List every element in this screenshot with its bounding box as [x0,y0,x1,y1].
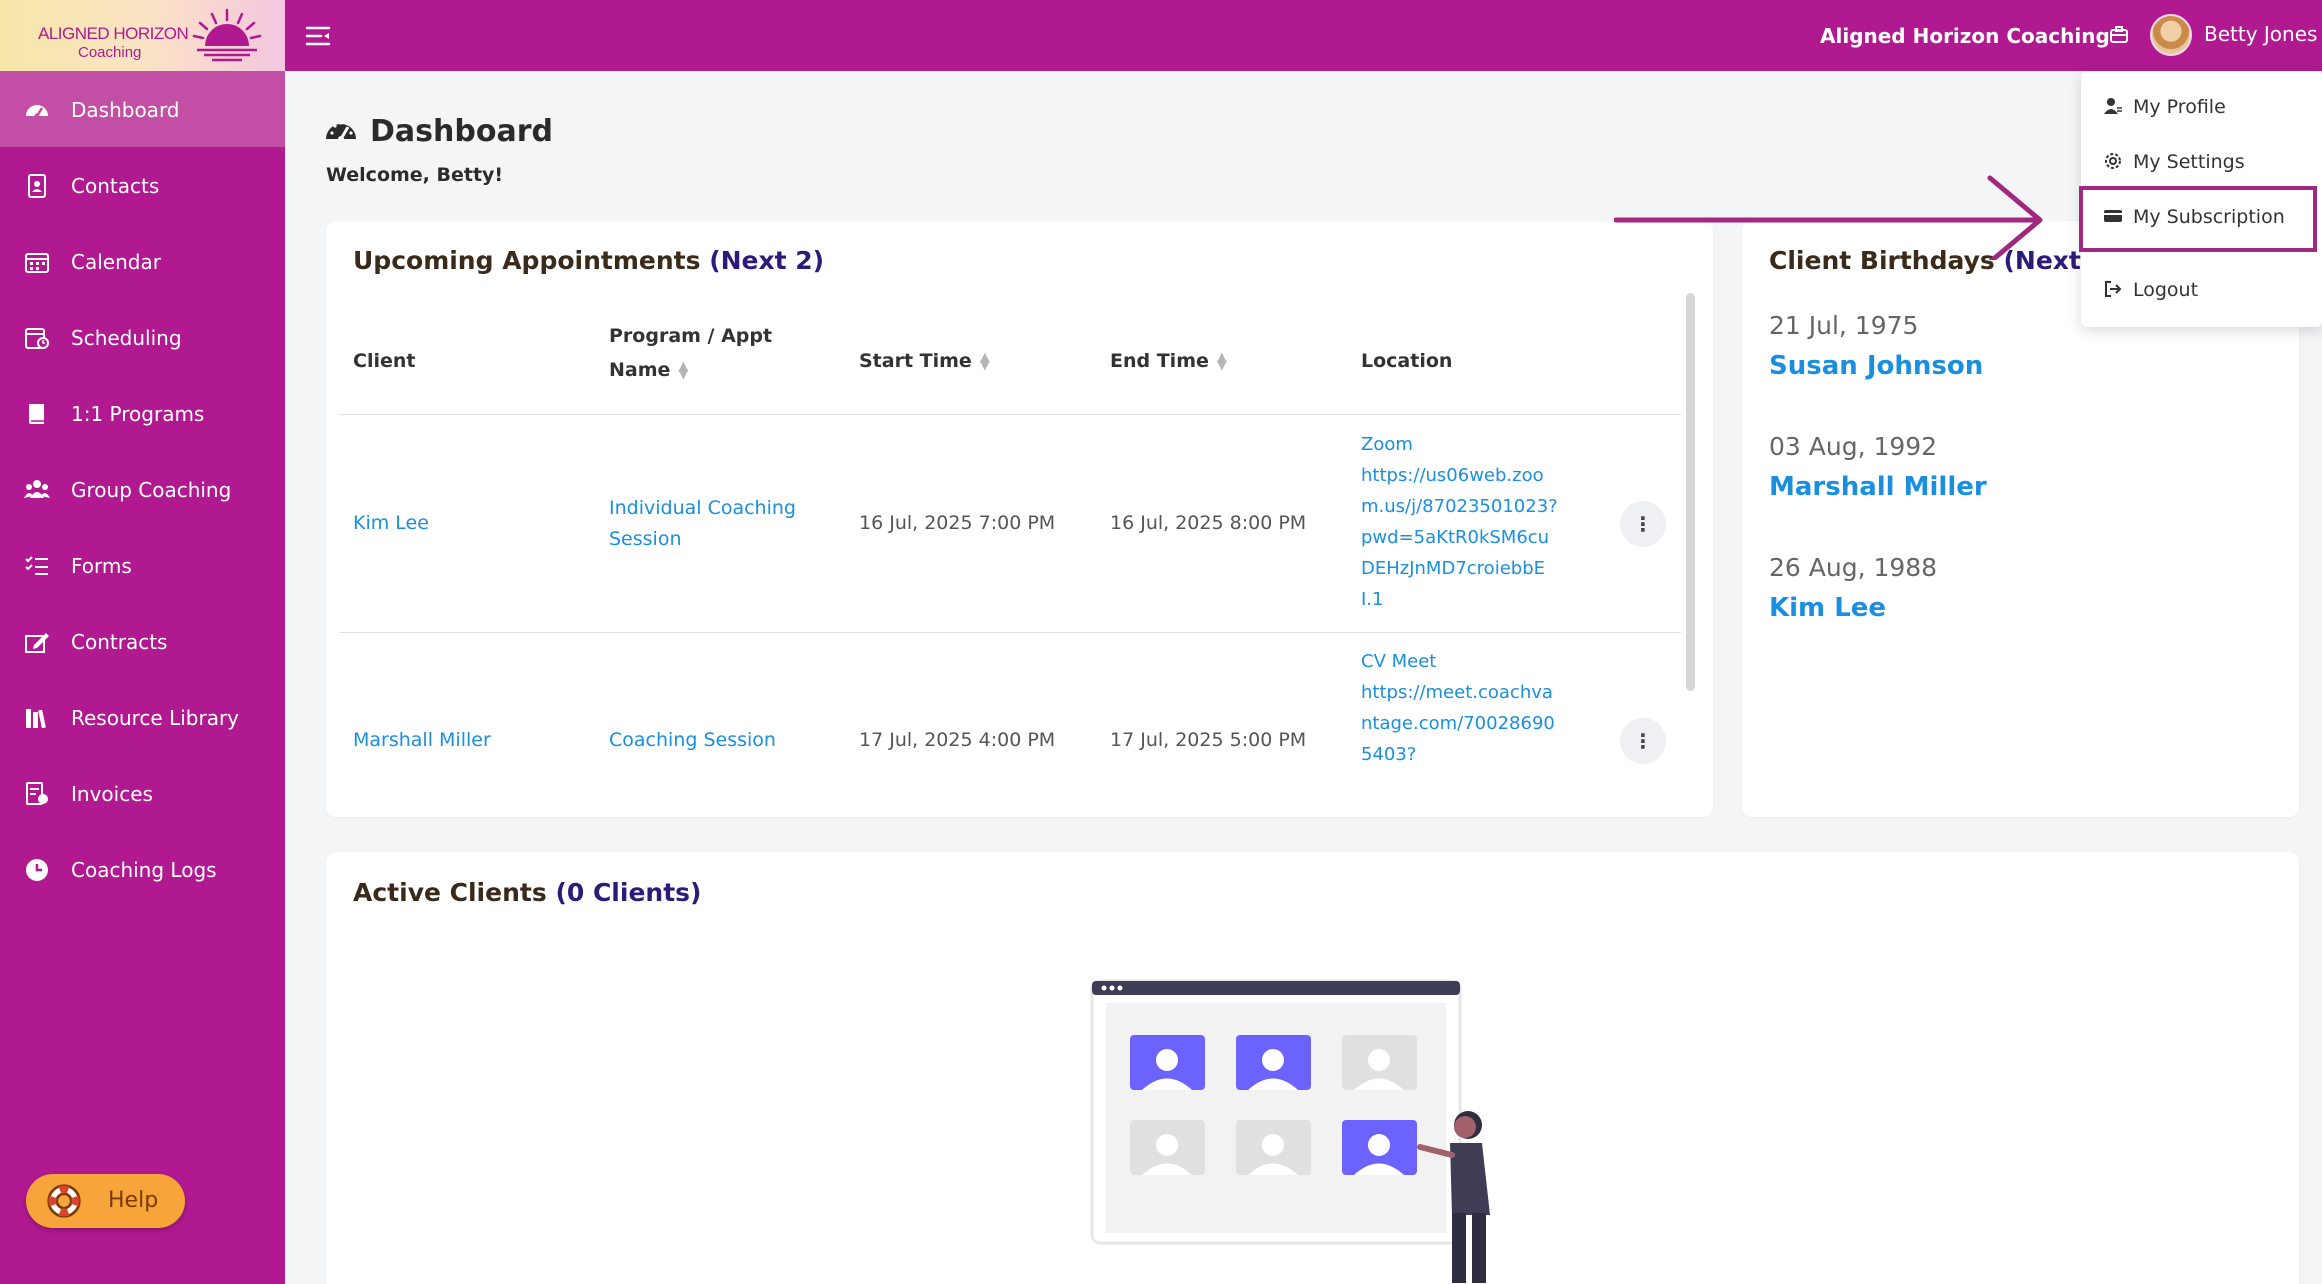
column-header-location: Location [1361,350,1453,372]
appointment-location-link[interactable]: Zoom https://us06web.zoo m.us/j/87023501… [1361,429,1591,615]
appointment-location-link[interactable]: CV Meet https://meet.coachva ntage.com/7… [1361,646,1591,770]
menu-toggle-icon[interactable] [305,24,331,48]
dashboard-gauge-icon [326,121,356,141]
logo-title: ALIGNED HORIZON [38,24,189,43]
sidebar-item-dashboard[interactable]: Dashboard [0,71,285,147]
pointer-arrow-icon [1614,175,2043,260]
clock-icon [26,859,48,881]
sidebar-item-label: Resource Library [71,706,240,730]
sidebar-item-label: Group Coaching [71,478,232,502]
sidebar-item-calendar[interactable]: Calendar [0,223,285,299]
user-menu-trigger[interactable]: Betty Jones [2204,22,2317,46]
gear-icon [2105,153,2121,169]
sort-icon[interactable]: ▲ ▼ [1217,351,1227,372]
book-icon [29,404,44,424]
appointment-end-time: 17 Jul, 2025 5:00 PM [1110,729,1307,751]
appointment-client-link[interactable]: Kim Lee [353,512,429,534]
logout-icon [2105,281,2122,297]
briefcase-icon[interactable] [2109,25,2129,45]
birthday-client-link[interactable]: Kim Lee [1769,593,1886,623]
active-clients-title: Active Clients (0 Clients) [353,878,702,907]
sidebar: Dashboard Contacts Calendar Scheduling 1… [0,71,285,1284]
brand-logo[interactable]: ALIGNED HORIZON Coaching [0,0,285,71]
organization-name[interactable]: Aligned Horizon Coaching [1820,24,2110,48]
birthday-date: 03 Aug, 1992 [1769,432,1938,461]
sidebar-item-coaching-logs[interactable]: Coaching Logs [0,831,285,907]
table-scrollbar[interactable] [1686,293,1695,691]
user-profile-icon [2104,98,2122,114]
help-button[interactable]: Help [26,1174,185,1228]
table-divider [339,632,1681,633]
welcome-message: Welcome, Betty! [326,164,504,186]
sidebar-item-label: Scheduling [71,326,182,350]
group-users-icon [24,480,50,498]
kebab-menu-icon: ⋮ [1633,512,1653,536]
appointment-start-time: 16 Jul, 2025 7:00 PM [859,512,1056,534]
top-bar: ALIGNED HORIZON Coaching Aligned Horizon… [0,0,2322,71]
highlight-box [2079,186,2317,252]
column-header-client: Client [353,350,416,372]
user-avatar[interactable] [2150,14,2192,56]
sidebar-item-group-coaching[interactable]: Group Coaching [0,451,285,527]
invoice-icon [26,782,48,805]
row-actions-button[interactable]: ⋮ [1620,718,1666,764]
calendar-icon [25,253,49,273]
dashboard-gauge-icon [26,105,48,119]
lifebuoy-icon [47,1184,81,1218]
birthday-client-link[interactable]: Susan Johnson [1769,351,1983,381]
sidebar-item-label: 1:1 Programs [71,402,205,426]
menu-item-logout[interactable]: Logout [2081,267,2322,313]
kebab-menu-icon: ⋮ [1633,729,1653,753]
sidebar-item-label: Invoices [71,782,153,806]
birthday-date: 21 Jul, 1975 [1769,311,1919,340]
sort-icon[interactable]: ▲ ▼ [678,360,688,381]
sort-icon[interactable]: ▲ ▼ [980,351,990,372]
sunrise-logo-icon [192,8,262,62]
empty-state-illustration [1090,979,1490,1283]
birthday-date: 26 Aug, 1988 [1769,553,1938,582]
appointment-client-link[interactable]: Marshall Miller [353,729,491,751]
sidebar-item-contacts[interactable]: Contacts [0,147,285,223]
sidebar-item-label: Calendar [71,250,161,274]
appointment-program-link[interactable]: Coaching Session [609,729,776,751]
row-actions-button[interactable]: ⋮ [1620,501,1666,547]
contacts-book-icon [28,174,46,198]
sidebar-item-programs[interactable]: 1:1 Programs [0,375,285,451]
sidebar-item-forms[interactable]: Forms [0,527,285,603]
active-clients-count: (0 Clients) [555,878,702,907]
sidebar-item-label: Coaching Logs [71,858,217,882]
sidebar-item-resource-library[interactable]: Resource Library [0,679,285,755]
appointments-count: (Next 2) [709,246,825,275]
scheduling-icon [25,328,49,349]
menu-item-my-settings[interactable]: My Settings [2081,139,2322,185]
sidebar-item-label: Contracts [71,630,168,654]
checklist-icon [25,556,48,575]
sidebar-item-label: Dashboard [71,98,180,122]
page-title: Dashboard [370,114,553,149]
column-header-start-time[interactable]: Start Time ▲ ▼ [859,350,990,372]
sidebar-item-scheduling[interactable]: Scheduling [0,299,285,375]
menu-item-my-profile[interactable]: My Profile [2081,84,2322,130]
column-header-program[interactable]: Program / Appt Name ▲ ▼ [609,325,772,393]
library-icon [26,709,46,729]
logo-subtitle: Coaching [78,44,142,61]
appointment-end-time: 16 Jul, 2025 8:00 PM [1110,512,1307,534]
table-divider [339,414,1681,415]
sidebar-item-invoices[interactable]: Invoices [0,755,285,831]
help-label: Help [108,1188,159,1213]
appointments-title: Upcoming Appointments (Next 2) [353,246,825,275]
sidebar-item-label: Forms [71,554,132,578]
appointment-program-link[interactable]: Individual Coaching Session [609,493,796,555]
signature-icon [25,633,49,653]
column-header-end-time[interactable]: End Time ▲ ▼ [1110,350,1227,372]
sidebar-item-contracts[interactable]: Contracts [0,603,285,679]
birthday-client-link[interactable]: Marshall Miller [1769,472,1987,502]
sidebar-item-label: Contacts [71,174,160,198]
appointment-start-time: 17 Jul, 2025 4:00 PM [859,729,1056,751]
